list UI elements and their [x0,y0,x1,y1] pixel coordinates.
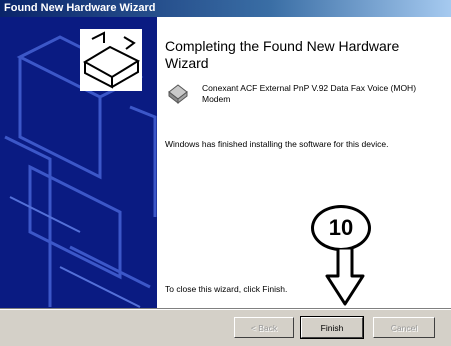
wizard-window: Found New Hardware Wizard Completing the… [0,0,451,346]
down-arrow-icon [325,248,365,306]
title-bar[interactable]: Found New Hardware Wizard [0,0,451,17]
finish-button[interactable]: Finish [300,316,364,339]
wizard-art-icon [0,17,157,308]
modem-device-icon [168,84,188,105]
step-number-callout: 10 [311,205,371,251]
cancel-button[interactable]: Cancel [373,317,435,338]
back-button[interactable]: < Back [234,317,294,338]
wizard-side-panel [0,17,157,308]
button-separator [0,308,451,310]
page-title: Completing the Found New Hardware Wizard [165,38,400,71]
device-name: Conexant ACF External PnP V.92 Data Fax … [202,83,417,104]
close-instruction: To close this wizard, click Finish. [165,284,288,294]
status-text: Windows has finished installing the soft… [165,139,389,149]
wizard-content: Completing the Found New Hardware Wizard… [157,17,451,308]
